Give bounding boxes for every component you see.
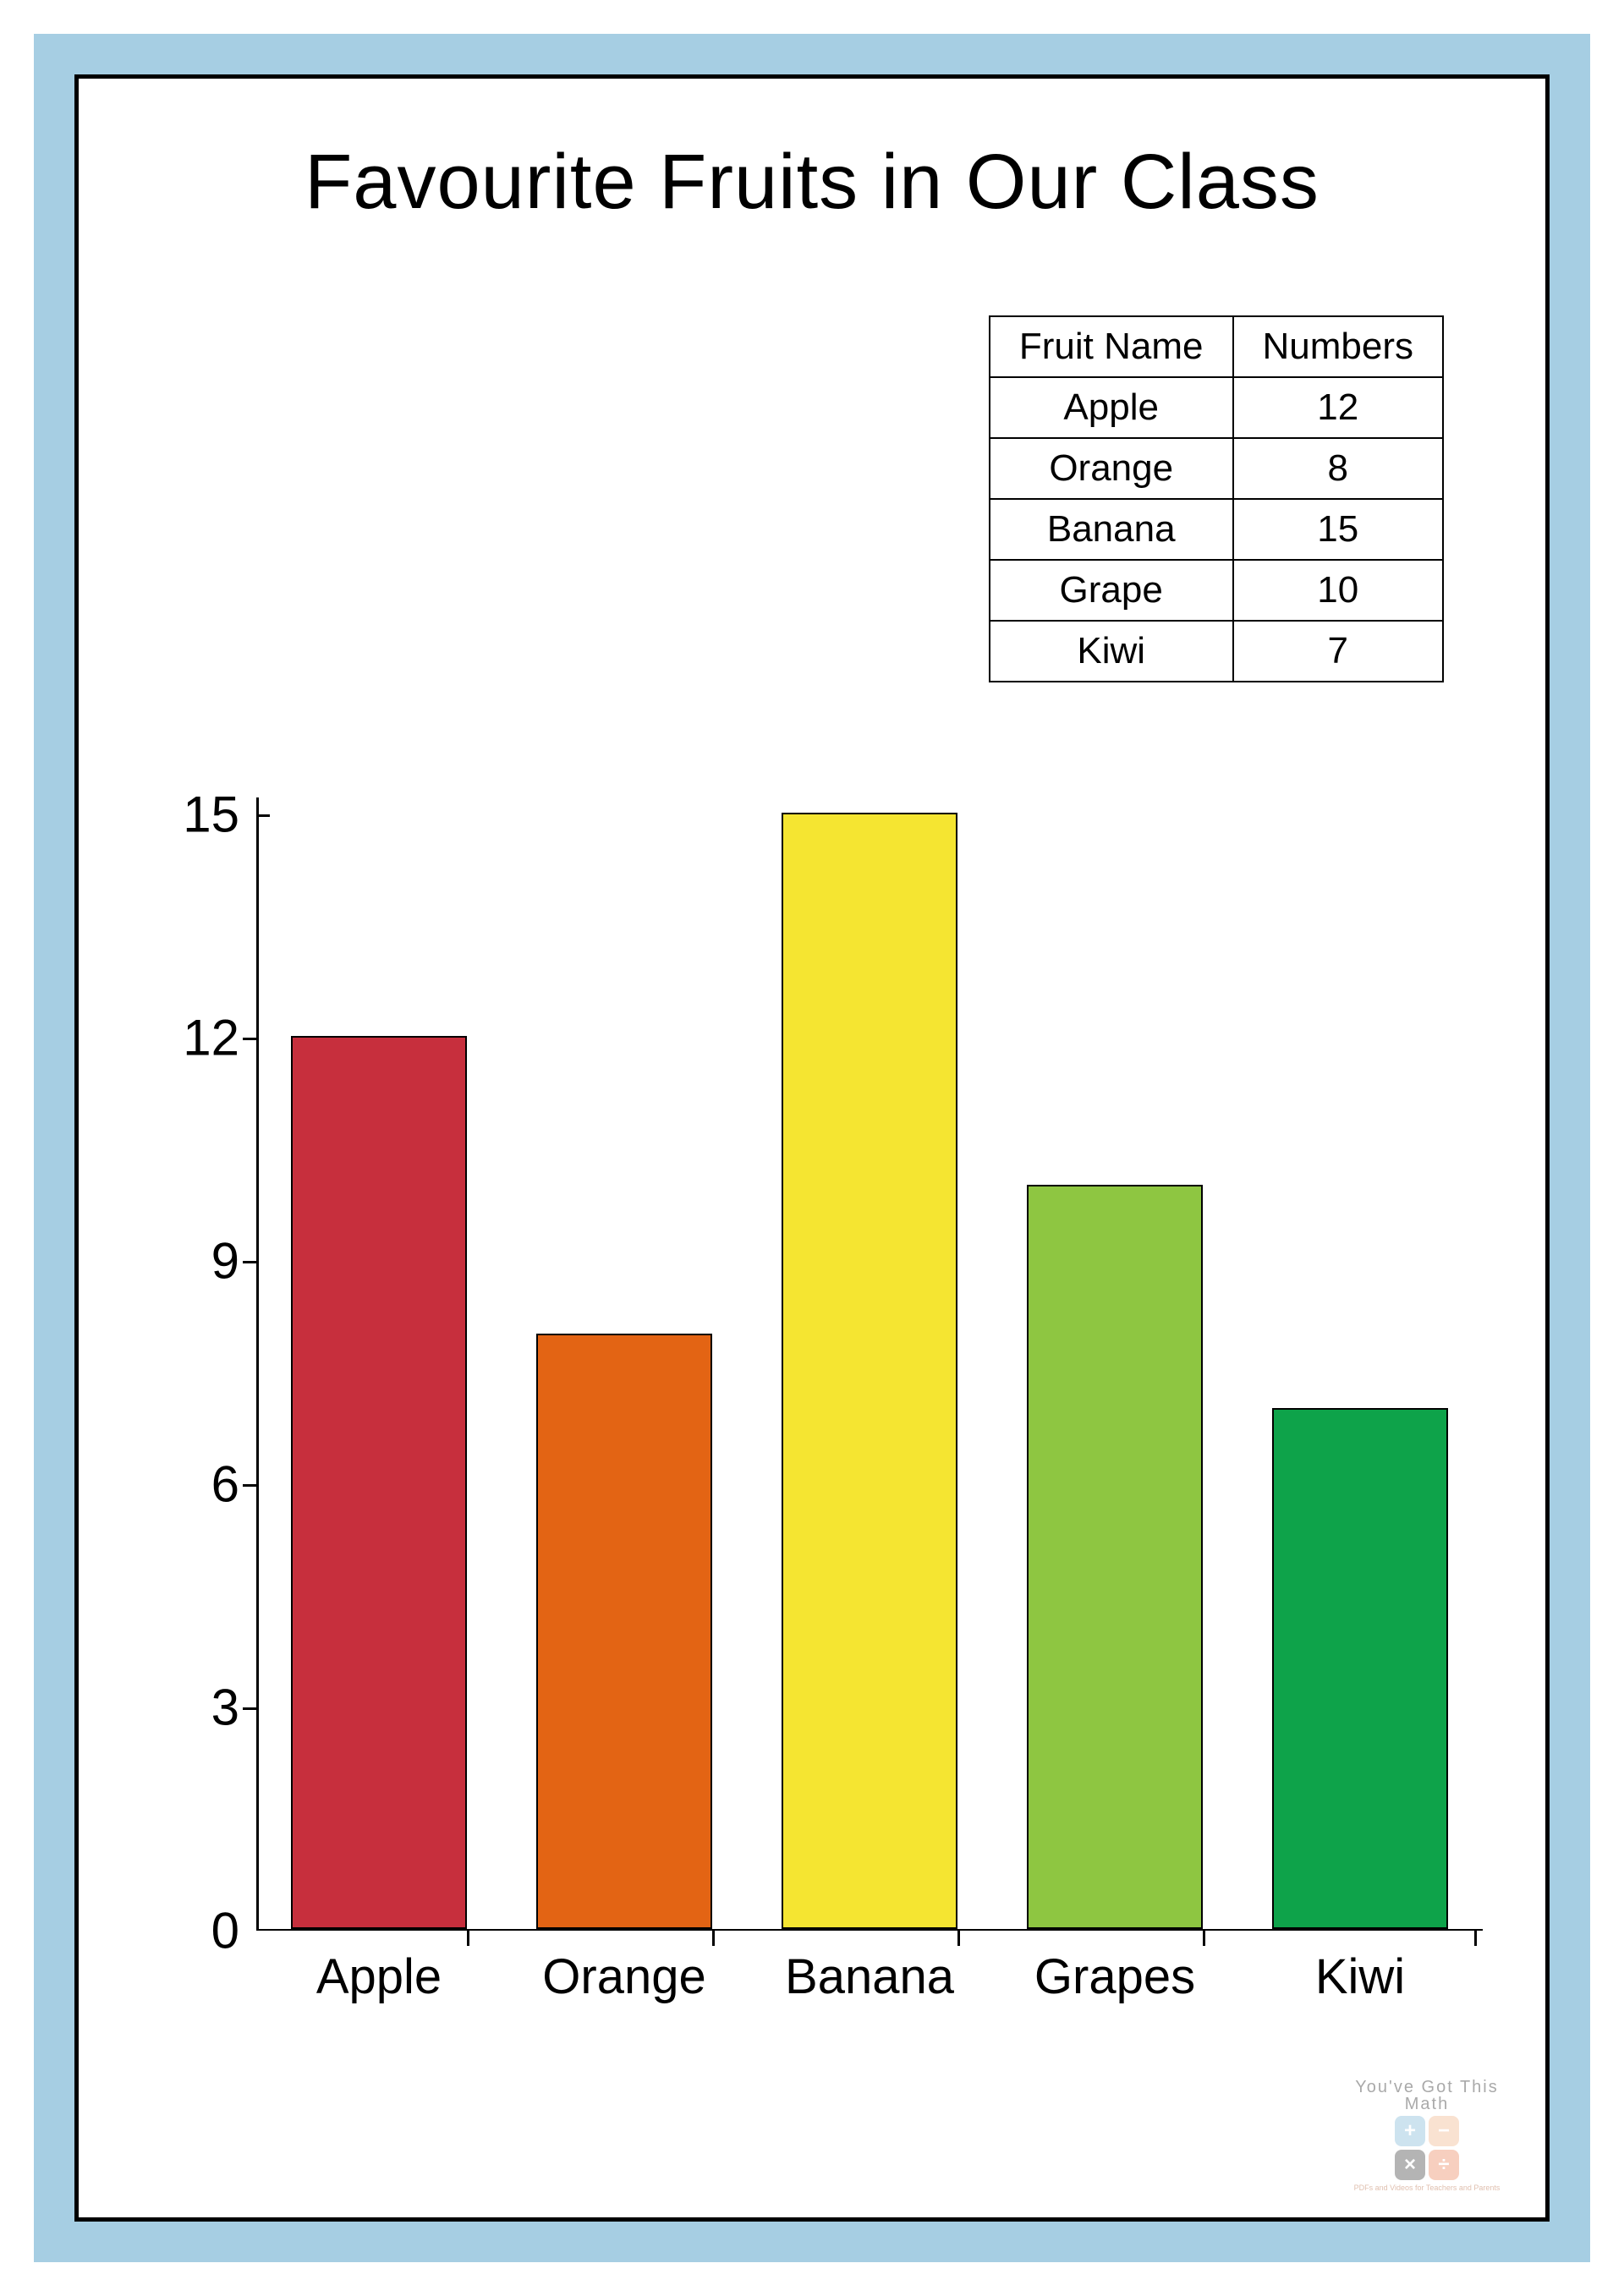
x-axis-tick bbox=[712, 1931, 715, 1946]
logo-subtext: PDFs and Videos for Teachers and Parents bbox=[1342, 2184, 1512, 2192]
table-cell: 8 bbox=[1233, 438, 1444, 499]
outer-frame: Favourite Fruits in Our Class Fruit Name… bbox=[34, 34, 1590, 2262]
plot-area: 03691215AppleOrangeBananaGrapesKiwi bbox=[256, 814, 1483, 1931]
x-axis-label: Grapes bbox=[1034, 1948, 1195, 2005]
y-axis-tick bbox=[243, 1038, 256, 1040]
y-axis-label: 9 bbox=[146, 1232, 239, 1290]
x-axis-tick bbox=[957, 1931, 960, 1946]
y-axis-tick bbox=[243, 1261, 256, 1263]
chart-title: Favourite Fruits in Our Class bbox=[79, 138, 1545, 227]
y-axis-tick bbox=[243, 1707, 256, 1710]
divide-icon: ÷ bbox=[1429, 2150, 1459, 2180]
minus-icon: − bbox=[1429, 2116, 1459, 2146]
bar bbox=[782, 813, 958, 1929]
table-cell: Apple bbox=[990, 377, 1233, 438]
bar bbox=[1027, 1185, 1204, 1929]
y-axis-label: 0 bbox=[146, 1902, 239, 1960]
logo-text: You've Got This Math bbox=[1342, 2079, 1512, 2112]
data-table: Fruit Name Numbers Apple12Orange8Banana1… bbox=[989, 315, 1444, 682]
times-icon: × bbox=[1395, 2150, 1425, 2180]
brand-logo: You've Got This Math + − × ÷ PDFs and Vi… bbox=[1342, 2079, 1512, 2192]
table-header-cell: Numbers bbox=[1233, 316, 1444, 377]
bar bbox=[291, 1036, 468, 1929]
inner-frame: Favourite Fruits in Our Class Fruit Name… bbox=[74, 74, 1550, 2222]
x-axis-label: Kiwi bbox=[1315, 1948, 1405, 2005]
x-axis-label: Banana bbox=[785, 1948, 954, 2005]
table-row: Kiwi7 bbox=[990, 621, 1443, 682]
y-axis-label: 3 bbox=[146, 1679, 239, 1737]
x-axis-tick bbox=[467, 1931, 469, 1946]
table-row: Banana15 bbox=[990, 499, 1443, 560]
table-cell: 12 bbox=[1233, 377, 1444, 438]
y-axis-label: 15 bbox=[146, 786, 239, 844]
y-axis-tick bbox=[243, 1484, 256, 1487]
table-cell: 10 bbox=[1233, 560, 1444, 621]
table-cell: Banana bbox=[990, 499, 1233, 560]
page: Favourite Fruits in Our Class Fruit Name… bbox=[0, 0, 1624, 2296]
x-axis-tick bbox=[1203, 1931, 1205, 1946]
bar-chart: 03691215AppleOrangeBananaGrapesKiwi bbox=[163, 814, 1483, 2024]
table-cell: 7 bbox=[1233, 621, 1444, 682]
table-cell: Grape bbox=[990, 560, 1233, 621]
x-axis-label: Apple bbox=[316, 1948, 442, 2005]
logo-icon: + − × ÷ bbox=[1342, 2116, 1512, 2180]
bar bbox=[536, 1334, 713, 1929]
table-body: Apple12Orange8Banana15Grape10Kiwi7 bbox=[990, 377, 1443, 682]
table-header-row: Fruit Name Numbers bbox=[990, 316, 1443, 377]
table-cell: Kiwi bbox=[990, 621, 1233, 682]
x-axis-label: Orange bbox=[542, 1948, 705, 2005]
y-axis-tick bbox=[256, 814, 270, 817]
plus-icon: + bbox=[1395, 2116, 1425, 2146]
bars-container bbox=[256, 814, 1483, 1931]
y-axis-label: 12 bbox=[146, 1009, 239, 1067]
y-axis-label: 6 bbox=[146, 1455, 239, 1514]
table-row: Apple12 bbox=[990, 377, 1443, 438]
table-header-cell: Fruit Name bbox=[990, 316, 1233, 377]
x-axis-tick bbox=[1474, 1931, 1477, 1946]
table-row: Grape10 bbox=[990, 560, 1443, 621]
table-row: Orange8 bbox=[990, 438, 1443, 499]
table-cell: Orange bbox=[990, 438, 1233, 499]
bar bbox=[1272, 1408, 1449, 1929]
table-cell: 15 bbox=[1233, 499, 1444, 560]
content-area: Favourite Fruits in Our Class Fruit Name… bbox=[79, 79, 1545, 2217]
